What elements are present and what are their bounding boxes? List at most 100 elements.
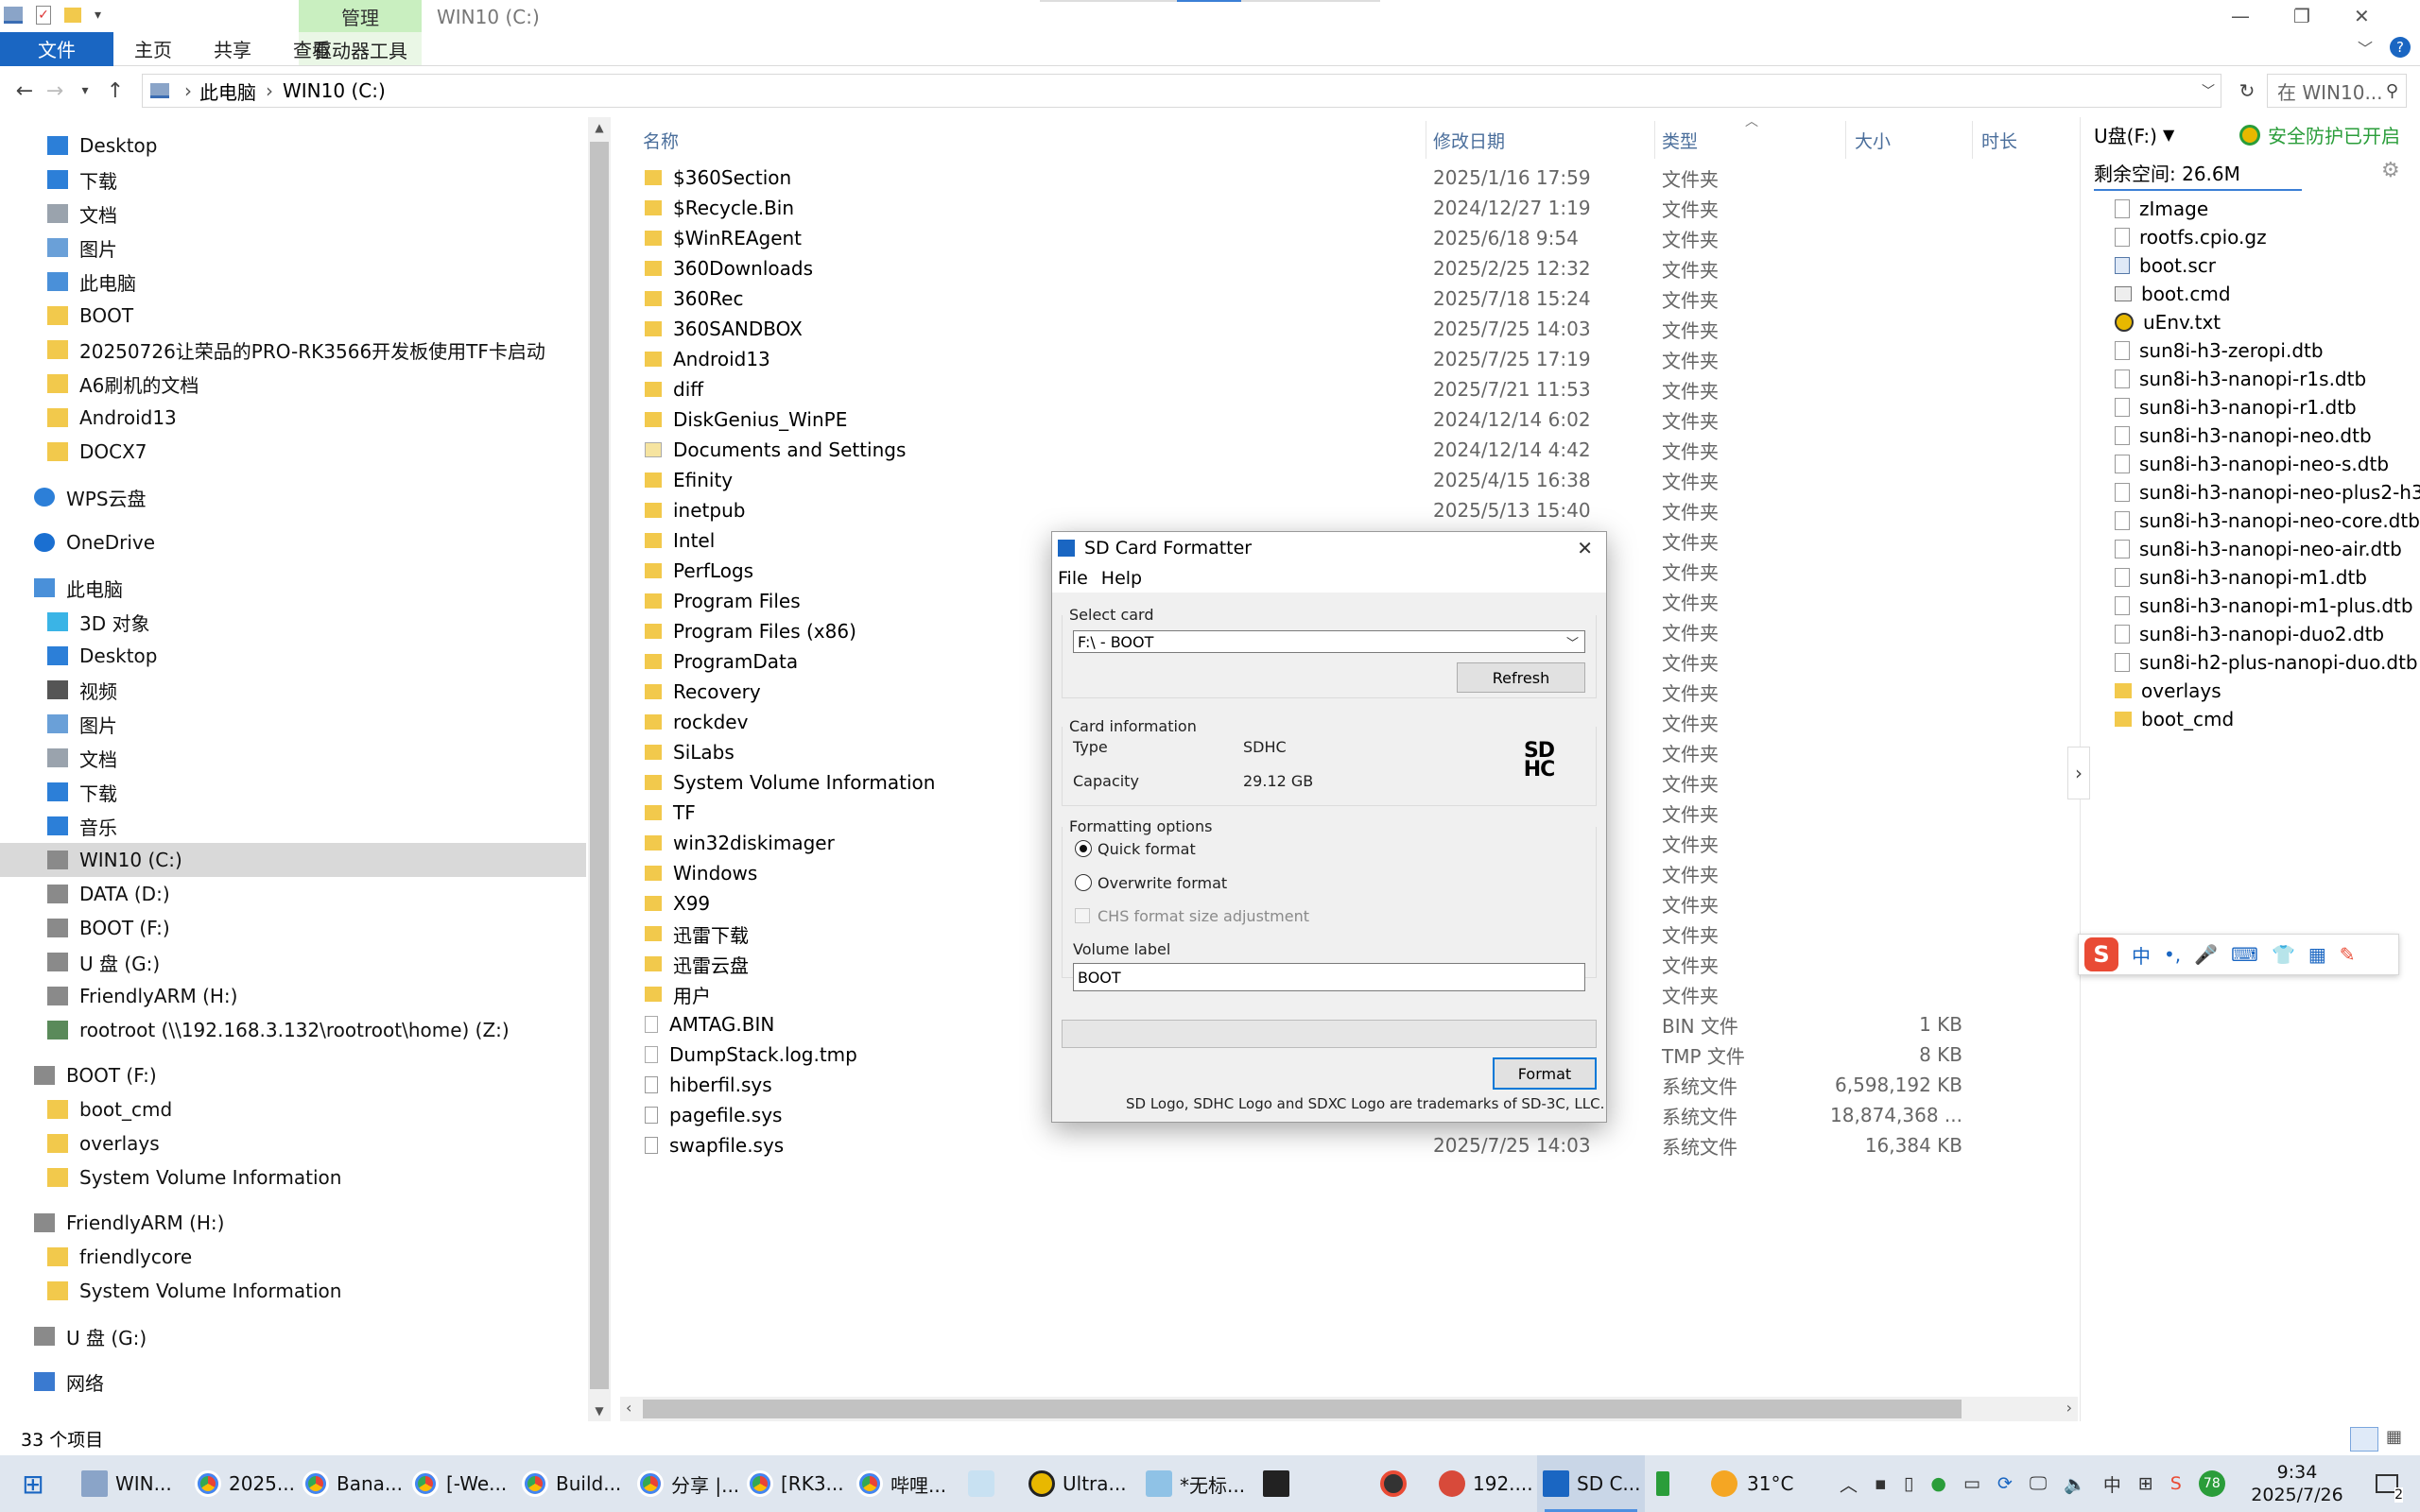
taskbar-item[interactable]: 192.... bbox=[1433, 1455, 1533, 1512]
file-row[interactable]: DiskGenius_WinPE 2024/12/14 6:02 文件夹 bbox=[624, 404, 2080, 435]
format-button[interactable]: Format bbox=[1493, 1057, 1597, 1090]
volume-label-input[interactable]: BOOT bbox=[1073, 963, 1585, 991]
tray-ime-icon[interactable]: 中 bbox=[2103, 1471, 2121, 1497]
udisk-file-row[interactable]: boot_cmd bbox=[2115, 705, 2234, 733]
tray-sync-icon[interactable]: ⟳ bbox=[1997, 1473, 2013, 1494]
tab-file[interactable]: 文件 bbox=[0, 31, 113, 66]
clock[interactable]: 9:34 2025/7/26 bbox=[2240, 1455, 2354, 1512]
tray-app-icon[interactable]: ▪ bbox=[1875, 1473, 1887, 1494]
tray-volume-icon[interactable]: 🔈 bbox=[2064, 1473, 2086, 1495]
scroll-left-icon[interactable]: ‹ bbox=[626, 1399, 631, 1417]
taskbar-item[interactable]: Ultra... bbox=[1023, 1455, 1138, 1512]
udisk-file-row[interactable]: sun8i-h3-nanopi-neo-core.dtb bbox=[2115, 507, 2420, 535]
refresh-icon[interactable]: ↻ bbox=[2231, 74, 2263, 108]
udisk-file-row[interactable]: sun8i-h3-nanopi-r1s.dtb bbox=[2115, 365, 2366, 393]
taskbar-item[interactable]: 哔哩... bbox=[851, 1455, 957, 1512]
settings-gear-icon[interactable]: ⚙ bbox=[2381, 159, 2400, 182]
nav-pc-item[interactable]: 视频 bbox=[47, 673, 117, 707]
udisk-file-row[interactable]: boot.scr bbox=[2115, 251, 2216, 280]
ime-more-icon[interactable]: ✎ bbox=[2340, 943, 2356, 966]
sogou-logo-icon[interactable]: S bbox=[2084, 937, 2118, 971]
nav-friendly-drive[interactable]: FriendlyARM (H:) bbox=[34, 1206, 224, 1240]
nav-quick-item[interactable]: 文档📌 bbox=[47, 197, 117, 231]
file-row[interactable]: $WinREAgent 2025/6/18 9:54 文件夹 bbox=[624, 223, 2080, 253]
udisk-file-row[interactable]: sun8i-h3-nanopi-neo-s.dtb bbox=[2115, 450, 2389, 478]
udisk-file-row[interactable]: sun8i-h3-nanopi-duo2.dtb bbox=[2115, 620, 2384, 648]
tray-sogou-icon[interactable]: S bbox=[2170, 1473, 2182, 1494]
ime-skin-icon[interactable]: 👕 bbox=[2272, 943, 2295, 966]
tray-ime-mode-icon[interactable]: ⊞ bbox=[2138, 1473, 2153, 1494]
tab-view[interactable]: 查看 bbox=[272, 32, 352, 66]
nav-quick-item[interactable]: Android13 bbox=[47, 401, 177, 435]
udisk-file-row[interactable]: sun8i-h3-zeropi.dtb bbox=[2115, 336, 2324, 365]
nav-scroll-thumb[interactable] bbox=[590, 142, 609, 1389]
nav-friendly-item[interactable]: System Volume Information bbox=[47, 1274, 341, 1308]
nav-this-pc[interactable]: 此电脑 bbox=[34, 571, 123, 605]
file-row[interactable]: Android13 2025/7/25 17:19 文件夹 bbox=[624, 344, 2080, 374]
ime-toolbox-icon[interactable]: ▦ bbox=[2308, 943, 2326, 966]
quick-format-radio[interactable] bbox=[1075, 840, 1092, 857]
taskbar-item[interactable] bbox=[1374, 1455, 1431, 1512]
taskbar-item[interactable]: SD C... bbox=[1537, 1455, 1645, 1512]
nav-quick-item[interactable]: 下载📌 bbox=[47, 163, 117, 197]
battery-charge-icon[interactable] bbox=[1656, 1455, 1669, 1512]
recent-locations-button[interactable]: ▾ bbox=[70, 72, 100, 110]
nav-quick-item[interactable]: 此电脑📌 bbox=[47, 265, 136, 299]
column-name[interactable]: 名称 bbox=[643, 123, 679, 157]
udisk-file-row[interactable]: boot.cmd bbox=[2115, 280, 2231, 308]
nav-wps-cloud[interactable]: WPS云盘 bbox=[34, 480, 147, 514]
udisk-file-row[interactable]: overlays bbox=[2115, 677, 2221, 705]
dialog-close-icon[interactable]: ✕ bbox=[1577, 537, 1593, 559]
nav-pc-item[interactable]: U 盘 (G:) bbox=[47, 945, 160, 979]
file-row[interactable]: 360Rec 2025/7/18 15:24 文件夹 bbox=[624, 284, 2080, 314]
nav-friendly-item[interactable]: friendlycore bbox=[47, 1240, 192, 1274]
card-select[interactable]: F:\ - BOOT ﹀ bbox=[1073, 630, 1585, 653]
tab-share[interactable]: 共享 bbox=[193, 32, 272, 66]
nav-boot-item[interactable]: overlays bbox=[47, 1126, 160, 1160]
details-view-icon[interactable] bbox=[2350, 1427, 2378, 1452]
column-date[interactable]: 修改日期 bbox=[1433, 123, 1505, 157]
udisk-file-row[interactable]: sun8i-h3-nanopi-neo-air.dtb bbox=[2115, 535, 2402, 563]
taskbar-item[interactable]: [-We... bbox=[406, 1455, 510, 1512]
nav-quick-item[interactable]: BOOT📌 bbox=[47, 299, 133, 333]
nav-pc-item[interactable]: 3D 对象 bbox=[47, 605, 149, 639]
expand-pane-button[interactable]: › bbox=[2067, 747, 2090, 799]
nav-boot-item[interactable]: System Volume Information bbox=[47, 1160, 341, 1194]
menu-file[interactable]: File bbox=[1058, 568, 1088, 589]
nav-pc-item[interactable]: 音乐 bbox=[47, 809, 117, 843]
udisk-file-row[interactable]: zImage bbox=[2115, 195, 2208, 223]
tab-home[interactable]: 主页 bbox=[113, 32, 193, 66]
nav-pc-item[interactable]: 图片 bbox=[47, 707, 117, 741]
chs-checkbox[interactable] bbox=[1075, 908, 1090, 923]
large-icons-view-icon[interactable]: ▦ bbox=[2386, 1427, 2411, 1452]
nav-pc-item[interactable]: BOOT (F:) bbox=[47, 911, 170, 945]
udisk-file-row[interactable]: sun8i-h3-nanopi-m1-plus.dtb bbox=[2115, 592, 2413, 620]
file-row[interactable]: 360SANDBOX 2025/7/25 14:03 文件夹 bbox=[624, 314, 2080, 344]
nav-boot-drive[interactable]: BOOT (F:) bbox=[34, 1058, 157, 1092]
weather-widget[interactable]: 31°C bbox=[1711, 1455, 1793, 1512]
taskbar-item[interactable]: *无标... bbox=[1140, 1455, 1255, 1512]
help-icon[interactable]: ? bbox=[2390, 37, 2411, 58]
nav-pc-item[interactable]: 文档 bbox=[47, 741, 117, 775]
forward-button[interactable]: → bbox=[40, 72, 70, 110]
scroll-down-icon[interactable]: ▼ bbox=[588, 1400, 611, 1421]
udisk-file-row[interactable]: sun8i-h3-nanopi-m1.dtb bbox=[2115, 563, 2367, 592]
taskbar-item[interactable]: Bana... bbox=[297, 1455, 403, 1512]
tray-security-icon[interactable]: 78 bbox=[2198, 1470, 2225, 1497]
nav-pc-item[interactable]: Desktop bbox=[47, 639, 157, 673]
explorer-drive-icon[interactable] bbox=[4, 7, 23, 24]
taskbar-item[interactable]: Build... bbox=[516, 1455, 628, 1512]
ime-keyboard-icon[interactable]: ⌨ bbox=[2231, 943, 2258, 966]
nav-quick-item[interactable]: A6刷机的文档 bbox=[47, 367, 199, 401]
list-h-scroll-thumb[interactable] bbox=[643, 1400, 1962, 1418]
tray-network-icon[interactable]: 🖵 bbox=[2030, 1473, 2047, 1494]
new-folder-icon[interactable] bbox=[64, 8, 81, 23]
up-button[interactable]: ↑ bbox=[100, 72, 130, 110]
udisk-file-row[interactable]: sun8i-h3-nanopi-r1.dtb bbox=[2115, 393, 2357, 421]
minimize-icon[interactable]: — bbox=[2231, 5, 2250, 27]
udisk-file-row[interactable]: sun8i-h3-nanopi-neo-plus2-h3... bbox=[2115, 478, 2420, 507]
udisk-file-row[interactable]: sun8i-h2-plus-nanopi-duo.dtb bbox=[2115, 648, 2418, 677]
maximize-icon[interactable]: ❐ bbox=[2293, 5, 2310, 27]
notification-center-button[interactable]: 2 bbox=[2363, 1455, 2411, 1512]
column-type[interactable]: 类型 bbox=[1662, 123, 1698, 157]
